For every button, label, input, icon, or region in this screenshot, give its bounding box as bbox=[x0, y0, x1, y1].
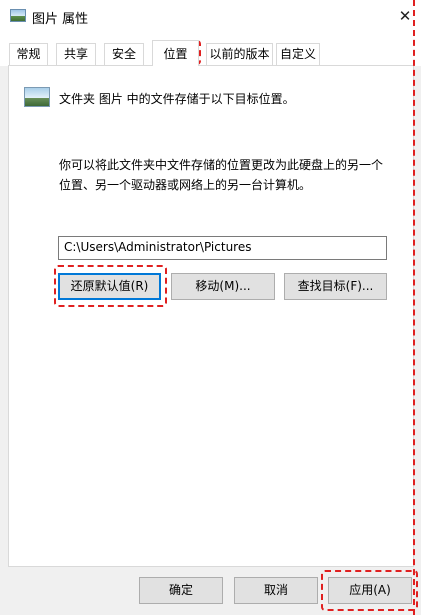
hint-line-2: 位置、另一个驱动器或网络上的另一台计算机。 bbox=[59, 178, 312, 192]
window-title: 图片 属性 bbox=[32, 12, 89, 27]
properties-dialog: 图片 属性 ✕ 常规 共享 安全 位置 以前的版本 自定义 文件夹 图片 中的文… bbox=[0, 0, 421, 615]
restore-default-button[interactable]: 还原默认值(R) bbox=[58, 273, 161, 300]
tab-security[interactable]: 安全 bbox=[104, 43, 144, 65]
apply-button[interactable]: 应用(A) bbox=[328, 577, 412, 604]
title-bar: 图片 属性 ✕ bbox=[0, 0, 421, 32]
picture-icon bbox=[10, 9, 26, 22]
tab-sharing[interactable]: 共享 bbox=[56, 43, 96, 65]
move-button[interactable]: 移动(M)... bbox=[171, 273, 275, 300]
hint-line-1: 你可以将此文件夹中文件存储的位置更改为此硬盘上的另一个 bbox=[59, 158, 384, 172]
tab-general[interactable]: 常规 bbox=[9, 43, 48, 65]
location-description: 文件夹 图片 中的文件存储于以下目标位置。 bbox=[59, 92, 295, 106]
tab-customize[interactable]: 自定义 bbox=[276, 43, 320, 65]
close-icon[interactable]: ✕ bbox=[389, 0, 421, 32]
ok-button[interactable]: 确定 bbox=[139, 577, 223, 604]
tab-previous-versions[interactable]: 以前的版本 bbox=[206, 43, 273, 65]
cancel-button[interactable]: 取消 bbox=[234, 577, 318, 604]
location-panel bbox=[8, 65, 414, 567]
folder-picture-icon bbox=[24, 87, 50, 107]
tab-location[interactable]: 位置 bbox=[152, 40, 199, 66]
find-target-button[interactable]: 查找目标(F)... bbox=[284, 273, 387, 300]
location-path-input[interactable]: C:\Users\Administrator\Pictures bbox=[58, 236, 387, 260]
